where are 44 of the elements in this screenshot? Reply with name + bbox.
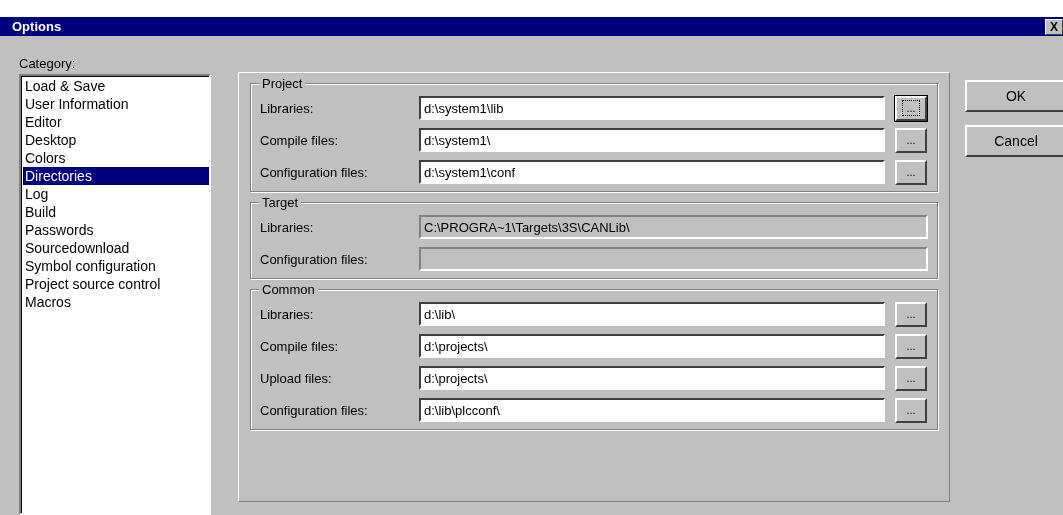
dialog-button[interactable]: Cancel — [965, 125, 1063, 157]
browse-button[interactable]: ... — [895, 127, 927, 153]
field-label: Configuration files: — [260, 164, 369, 180]
category-item[interactable]: Editor — [23, 113, 209, 131]
path-field[interactable]: d:\lib\plcconf\ — [419, 398, 885, 422]
field-label: Libraries: — [260, 219, 315, 235]
category-item[interactable]: Colors — [23, 149, 209, 167]
category-item[interactable]: Load & Save — [23, 77, 209, 95]
path-field[interactable]: d:\system1\lib — [419, 96, 885, 120]
field-label: Compile files: — [260, 338, 340, 354]
path-field[interactable]: d:\lib\ — [419, 302, 885, 326]
category-item[interactable]: Log — [23, 185, 209, 203]
category-item[interactable]: Symbol configuration — [23, 257, 209, 275]
path-field[interactable]: d:\system1\ — [419, 128, 885, 152]
field-label: Libraries: — [260, 306, 315, 322]
category-item[interactable]: User Information — [23, 95, 209, 113]
path-field[interactable]: d:\system1\conf — [419, 160, 885, 184]
category-item[interactable]: Passwords — [23, 221, 209, 239]
dialog-button[interactable]: OK — [965, 80, 1063, 112]
path-field[interactable]: d:\projects\ — [419, 366, 885, 390]
category-label: Category: — [19, 56, 77, 73]
category-item[interactable]: Directories — [23, 167, 209, 185]
browse-button[interactable]: ... — [895, 333, 927, 359]
category-item[interactable]: Build — [23, 203, 209, 221]
browse-button[interactable]: ... — [895, 159, 927, 185]
browse-button[interactable]: ... — [895, 397, 927, 423]
category-item[interactable]: Desktop — [23, 131, 209, 149]
path-field[interactable]: d:\projects\ — [419, 334, 885, 358]
field-label: Configuration files: — [260, 402, 369, 418]
browse-button[interactable]: ... — [895, 95, 927, 121]
category-item[interactable]: Sourcedownload — [23, 239, 209, 257]
window-title: Options — [12, 19, 62, 34]
close-button[interactable]: X — [1045, 18, 1063, 35]
group-title: Common — [259, 282, 318, 297]
field-label: Libraries: — [260, 100, 315, 116]
field-label: Upload files: — [260, 370, 333, 386]
browse-button[interactable]: ... — [895, 301, 927, 327]
field-label: Configuration files: — [260, 251, 369, 267]
browse-button[interactable]: ... — [895, 365, 927, 391]
field-label: Compile files: — [260, 132, 340, 148]
group-title: Target — [259, 195, 302, 210]
group-title: Project — [259, 76, 306, 91]
category-item[interactable]: Project source control — [23, 275, 209, 293]
category-item[interactable]: Macros — [23, 293, 209, 311]
